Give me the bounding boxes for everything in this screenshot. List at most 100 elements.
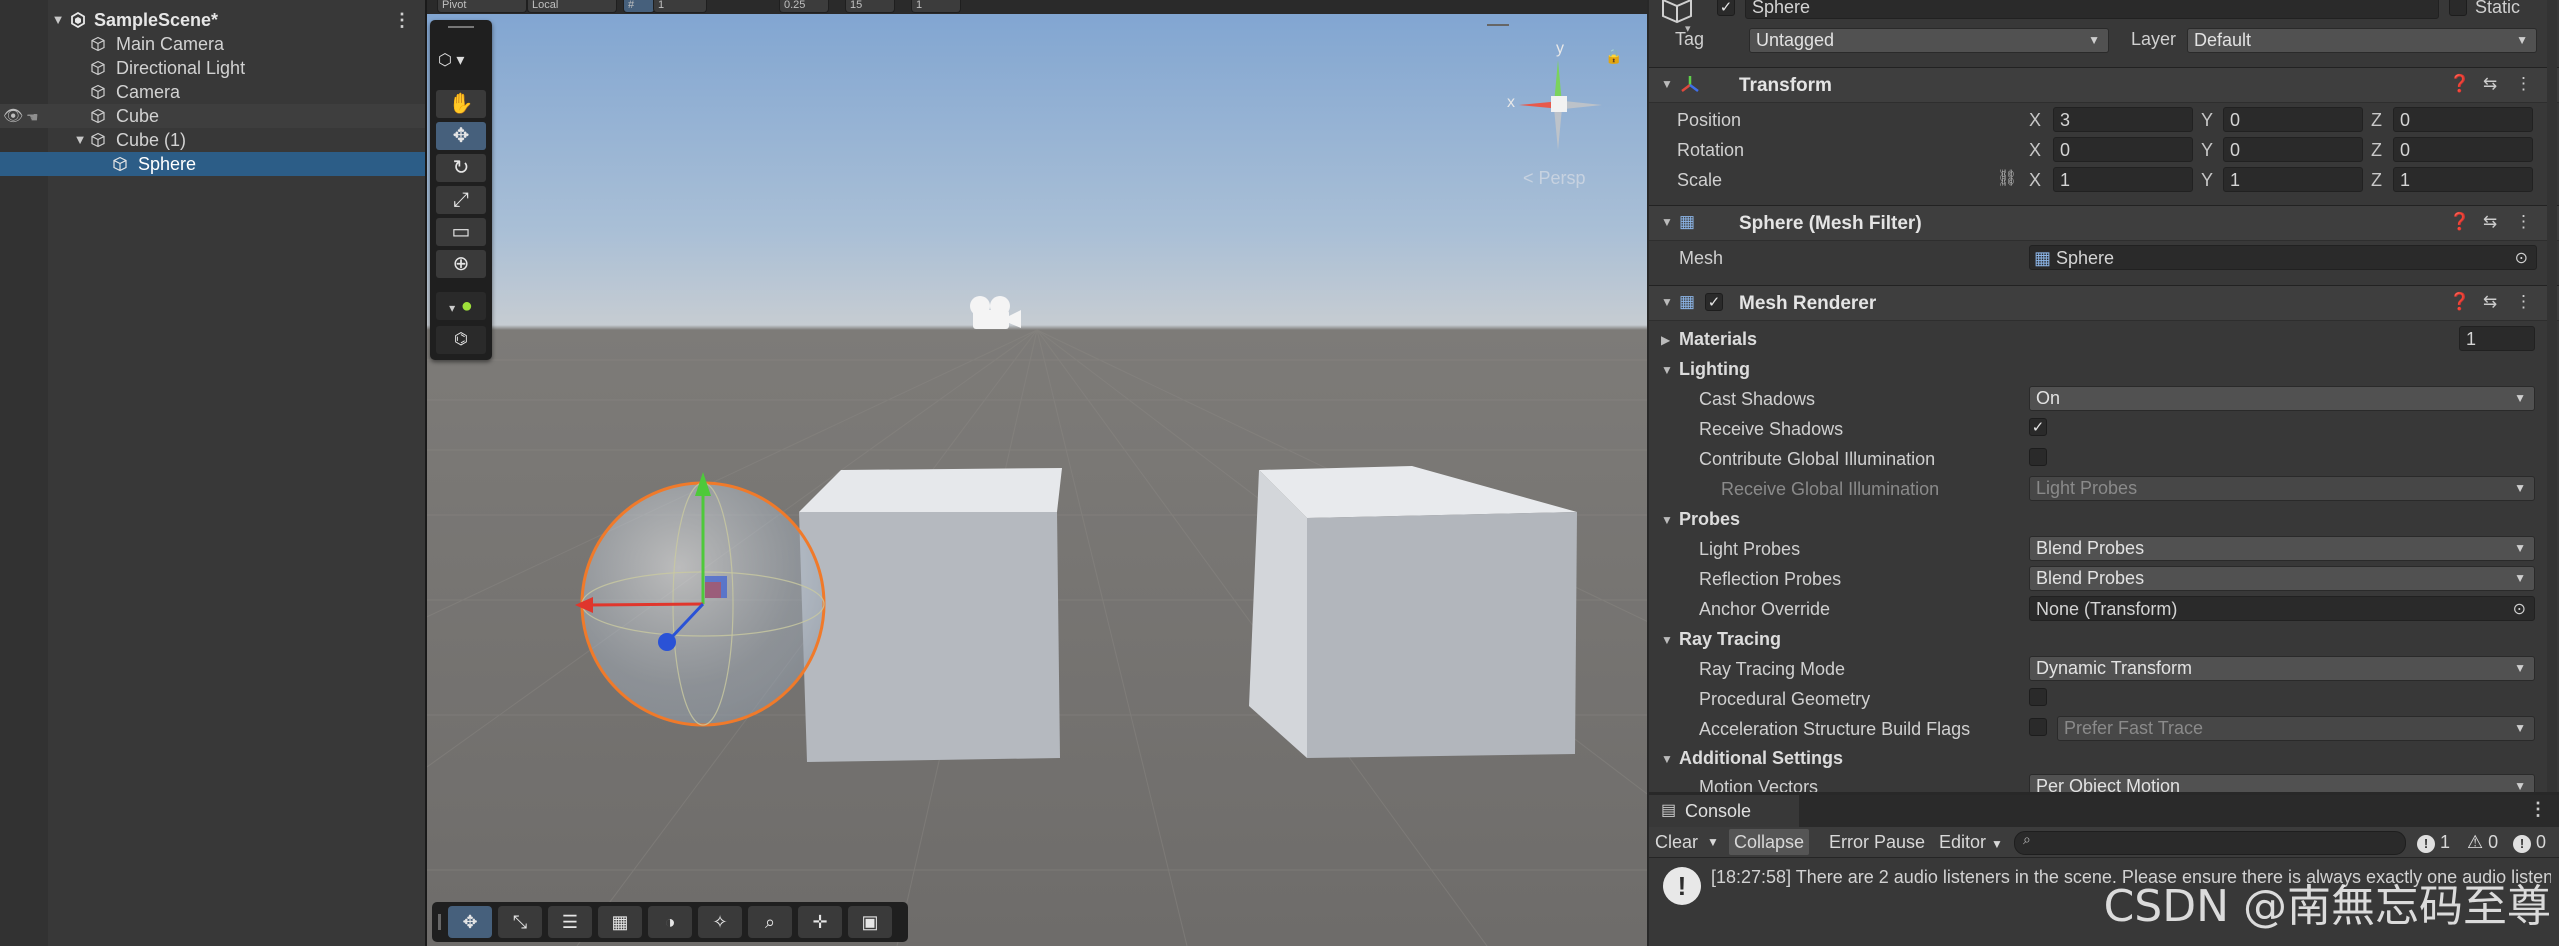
- clear-options-icon[interactable]: ▼: [1707, 829, 1719, 855]
- tag-dropdown[interactable]: Untagged ▼: [1749, 28, 2109, 53]
- hierarchy-item-sphere[interactable]: Sphere: [0, 152, 425, 176]
- grid-overlay-button[interactable]: ▦: [598, 906, 642, 938]
- layout-overlay-button[interactable]: ☰: [548, 906, 592, 938]
- probes-label[interactable]: Probes: [1679, 509, 1740, 530]
- rect-tool-button[interactable]: ▭: [436, 218, 486, 246]
- rotate-tool-button[interactable]: ↻: [436, 154, 486, 182]
- scene-view[interactable]: Pivot Local # 1 0.25 15 1 y x < Persp 🔒 …: [427, 0, 1647, 946]
- lighting-overlay-button[interactable]: ✧: [698, 906, 742, 938]
- help-icon[interactable]: ❓: [2449, 292, 2470, 312]
- object-picker-icon[interactable]: ⊙: [2513, 597, 2526, 620]
- rotation-y-field[interactable]: 0: [2223, 137, 2363, 162]
- pivot-overlay-button[interactable]: ✛: [798, 906, 842, 938]
- fold-arrow-icon[interactable]: ▼: [50, 8, 66, 32]
- editor-dropdown[interactable]: Editor ▼: [1939, 829, 2003, 855]
- ray-tracing-mode-dropdown[interactable]: Dynamic Transform ▼: [2029, 656, 2535, 681]
- reflection-probes-dropdown[interactable]: Blend Probes ▼: [2029, 566, 2535, 591]
- position-x-field[interactable]: 3: [2053, 107, 2193, 132]
- fold-arrow-icon[interactable]: ▼: [72, 128, 88, 152]
- materials-count-field[interactable]: 1: [2459, 326, 2535, 351]
- kebab-menu-icon[interactable]: ⋮: [2515, 212, 2532, 232]
- visibility-eye-icon[interactable]: 👁: [3, 105, 23, 129]
- collapse-button[interactable]: Collapse: [1729, 829, 1810, 855]
- presets-icon[interactable]: ⇆: [2483, 74, 2497, 94]
- warning-count-button[interactable]: ⚠ 0: [2467, 829, 2498, 855]
- transform-header[interactable]: ▼ Transform ❓ ⇆ ⋮: [1649, 67, 2559, 103]
- error-count-button[interactable]: ! 0: [2513, 829, 2546, 855]
- fold-arrow-icon[interactable]: ▼: [1661, 752, 1673, 766]
- drag-handle-icon[interactable]: [1487, 24, 1509, 26]
- mesh-filter-header[interactable]: ▼ ▦ Sphere (Mesh Filter) ❓ ⇆ ⋮: [1649, 205, 2559, 241]
- object-picker-icon[interactable]: ⊙: [2515, 246, 2528, 269]
- kebab-menu-icon[interactable]: ⋮: [2515, 74, 2532, 94]
- clear-button[interactable]: Clear: [1655, 829, 1698, 855]
- layer-dropdown[interactable]: Default ▼: [2187, 28, 2537, 53]
- materials-label[interactable]: Materials: [1679, 329, 1757, 350]
- camera-overlay-button[interactable]: ▣: [848, 906, 892, 938]
- help-icon[interactable]: ❓: [2449, 212, 2470, 232]
- fold-arrow-icon[interactable]: ▼: [1661, 633, 1673, 647]
- move-overlay-button[interactable]: ✥: [448, 906, 492, 938]
- hierarchy-item-cube[interactable]: 👁 ☚ Cube: [0, 104, 425, 128]
- receive-shadows-checkbox[interactable]: ✓: [2029, 418, 2047, 436]
- hierarchy-item-camera[interactable]: Camera: [0, 80, 425, 104]
- space-dropdown[interactable]: Local: [527, 0, 617, 13]
- light-probes-dropdown[interactable]: Blend Probes ▼: [2029, 536, 2535, 561]
- info-count-button[interactable]: ! 1: [2417, 829, 2450, 855]
- lighting-label[interactable]: Lighting: [1679, 359, 1750, 380]
- motion-vectors-dropdown[interactable]: Per Object Motion ▼: [2029, 774, 2535, 792]
- fold-arrow-icon[interactable]: ▼: [1661, 215, 1673, 229]
- fold-arrow-icon[interactable]: ▼: [1661, 295, 1673, 309]
- hierarchy-scene-row[interactable]: ▼ SampleScene* ⋮: [0, 8, 425, 32]
- scale-z-field[interactable]: 1: [2393, 167, 2533, 192]
- fold-arrow-icon[interactable]: ▼: [1661, 77, 1673, 91]
- position-y-field[interactable]: 0: [2223, 107, 2363, 132]
- drag-handle-icon[interactable]: [438, 914, 441, 930]
- lock-icon[interactable]: 🔒: [1605, 48, 1622, 65]
- scale-value-field[interactable]: 1: [911, 0, 961, 13]
- transform-tool-button[interactable]: ⊕: [436, 250, 486, 278]
- presets-icon[interactable]: ⇆: [2483, 292, 2497, 312]
- procedural-geometry-checkbox[interactable]: [2029, 688, 2047, 706]
- mesh-renderer-header[interactable]: ▼ ▦ ✓ Mesh Renderer ❓ ⇆ ⋮: [1649, 285, 2559, 321]
- mesh-renderer-enabled-checkbox[interactable]: ✓: [1705, 293, 1723, 311]
- kebab-menu-icon[interactable]: ⋮: [2515, 292, 2532, 312]
- rotation-x-field[interactable]: 0: [2053, 137, 2193, 162]
- scale-y-field[interactable]: 1: [2223, 167, 2363, 192]
- search-icon[interactable]: ⌕: [748, 906, 792, 938]
- rotation-z-field[interactable]: 0: [2393, 137, 2533, 162]
- grid-value-field[interactable]: 1: [653, 0, 707, 13]
- move-tool-button[interactable]: ✥: [436, 122, 486, 150]
- hierarchy-item-main-camera[interactable]: Main Camera: [0, 32, 425, 56]
- additional-settings-label[interactable]: Additional Settings: [1679, 748, 1843, 769]
- object-name-field[interactable]: Sphere: [1745, 0, 2439, 19]
- presets-icon[interactable]: ⇆: [2483, 212, 2497, 232]
- snap-value-field[interactable]: 0.25: [779, 0, 829, 13]
- mesh-object-field[interactable]: ▦ Sphere ⊙: [2029, 245, 2537, 270]
- shading-overlay-button[interactable]: ◑: [648, 906, 692, 938]
- kebab-menu-icon[interactable]: ⋮: [393, 8, 411, 32]
- anchor-override-field[interactable]: None (Transform) ⊙: [2029, 596, 2535, 621]
- spline-tool-icon[interactable]: ⌬: [436, 326, 486, 354]
- fold-arrow-icon[interactable]: ▼: [1661, 363, 1673, 377]
- ray-tracing-label[interactable]: Ray Tracing: [1679, 629, 1781, 650]
- pickable-hand-icon[interactable]: ☚: [26, 105, 39, 129]
- pivot-dropdown[interactable]: Pivot: [437, 0, 527, 13]
- scale-tool-button[interactable]: ⤢: [436, 186, 486, 214]
- view-options-icon[interactable]: ⬡ ▾: [438, 50, 464, 70]
- inspector-scrollbar[interactable]: [2547, 0, 2557, 792]
- drag-handle-icon[interactable]: [448, 26, 474, 28]
- hierarchy-item-cube-1[interactable]: ▼ Cube (1): [0, 128, 425, 152]
- hierarchy-item-directional-light[interactable]: Directional Light: [0, 56, 425, 80]
- fold-arrow-icon[interactable]: ▼: [1661, 513, 1673, 527]
- custom-tool-button[interactable]: ▾ ●: [436, 292, 486, 320]
- kebab-menu-icon[interactable]: ⋮: [2529, 799, 2547, 820]
- hand-tool-button[interactable]: ✋: [436, 90, 486, 118]
- help-icon[interactable]: ❓: [2449, 74, 2470, 94]
- active-checkbox[interactable]: ✓: [1717, 0, 1735, 16]
- fold-arrow-right-icon[interactable]: ▶: [1661, 333, 1670, 347]
- accel-flags-checkbox[interactable]: [2029, 718, 2047, 736]
- contribute-gi-checkbox[interactable]: [2029, 448, 2047, 466]
- scale-overlay-button[interactable]: ⤡: [498, 906, 542, 938]
- console-tab[interactable]: ▤ Console: [1649, 795, 1799, 827]
